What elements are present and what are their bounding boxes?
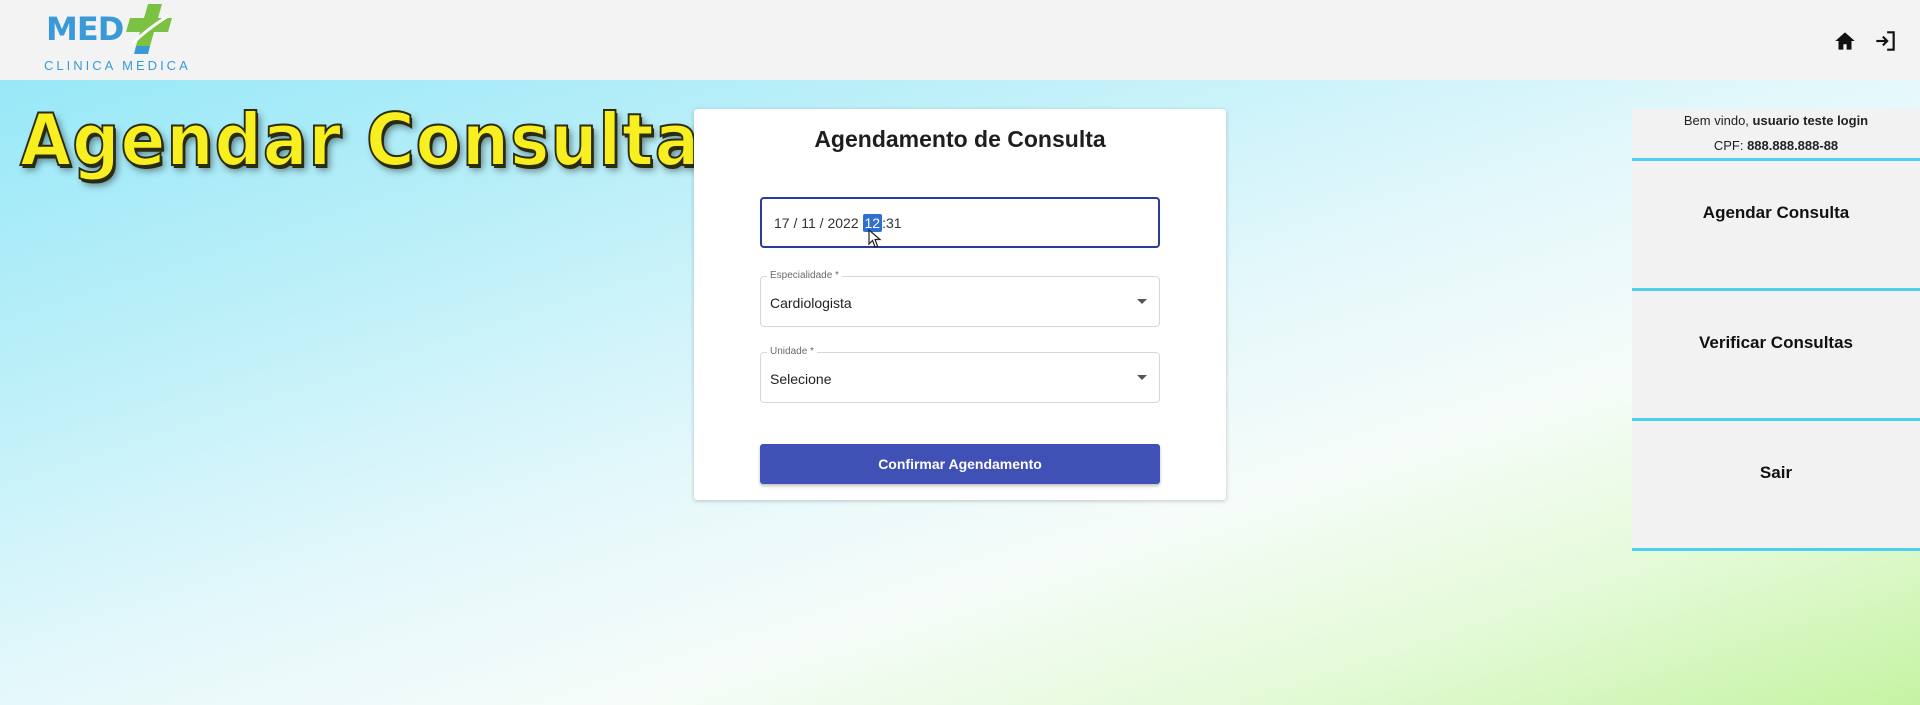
overlay-title: Agendar Consultas <box>19 97 741 183</box>
logo-subtitle: CLINICA MEDICA <box>44 58 191 73</box>
especialidade-value: Cardiologista <box>770 295 852 311</box>
datetime-separator: / <box>789 214 802 231</box>
cpf-line: CPF: 888.888.888-88 <box>1632 137 1920 155</box>
home-icon[interactable] <box>1832 28 1858 54</box>
form-title: Agendamento de Consulta <box>814 126 1106 152</box>
datetime-separator: / <box>815 214 828 231</box>
sidebar: Bem vindo, usuario teste login CPF: 888.… <box>1632 109 1920 551</box>
datetime-input[interactable]: 17 / 11 / 2022 12 : 31 <box>760 197 1160 248</box>
chevron-down-icon[interactable] <box>1137 299 1147 304</box>
datetime-month[interactable]: 11 <box>801 215 816 231</box>
unidade-select[interactable]: Unidade * Selecione <box>760 346 1160 403</box>
logout-icon[interactable] <box>1872 28 1898 54</box>
mouse-cursor-icon <box>868 229 882 248</box>
sidebar-item-sair[interactable]: Sair <box>1632 421 1920 551</box>
medical-cross-icon <box>126 4 172 54</box>
top-navbar: MED CLINICA MEDICA <box>0 0 1920 80</box>
welcome-prefix: Bem vindo, <box>1683 113 1749 128</box>
clinic-logo[interactable]: MED CLINICA MEDICA <box>42 4 202 76</box>
cpf-label: CPF: <box>1713 138 1744 153</box>
unidade-label: Unidade * <box>767 346 817 357</box>
appointment-form-card: Agendamento de Consulta 17 / 11 / 2022 1… <box>694 109 1226 500</box>
datetime-year[interactable]: 2022 <box>827 215 858 231</box>
confirm-appointment-button[interactable]: Confirmar Agendamento <box>760 444 1160 484</box>
chevron-down-icon[interactable] <box>1137 375 1147 380</box>
sidebar-item-verificar-consultas[interactable]: Verificar Consultas <box>1632 291 1920 421</box>
especialidade-select[interactable]: Especialidade * Cardiologista <box>760 270 1160 327</box>
datetime-separator <box>859 215 863 231</box>
welcome-line: Bem vindo, usuario teste login <box>1632 109 1920 137</box>
datetime-minute[interactable]: 31 <box>886 215 902 231</box>
sidebar-item-agendar-consulta[interactable]: Agendar Consulta <box>1632 161 1920 291</box>
datetime-day[interactable]: 17 <box>774 215 790 231</box>
especialidade-label: Especialidade * <box>767 270 842 281</box>
unidade-value: Selecione <box>770 371 832 387</box>
cpf-value: 888.888.888-88 <box>1747 138 1839 153</box>
user-info: Bem vindo, usuario teste login CPF: 888.… <box>1632 109 1920 161</box>
user-name: usuario teste login <box>1752 113 1869 128</box>
